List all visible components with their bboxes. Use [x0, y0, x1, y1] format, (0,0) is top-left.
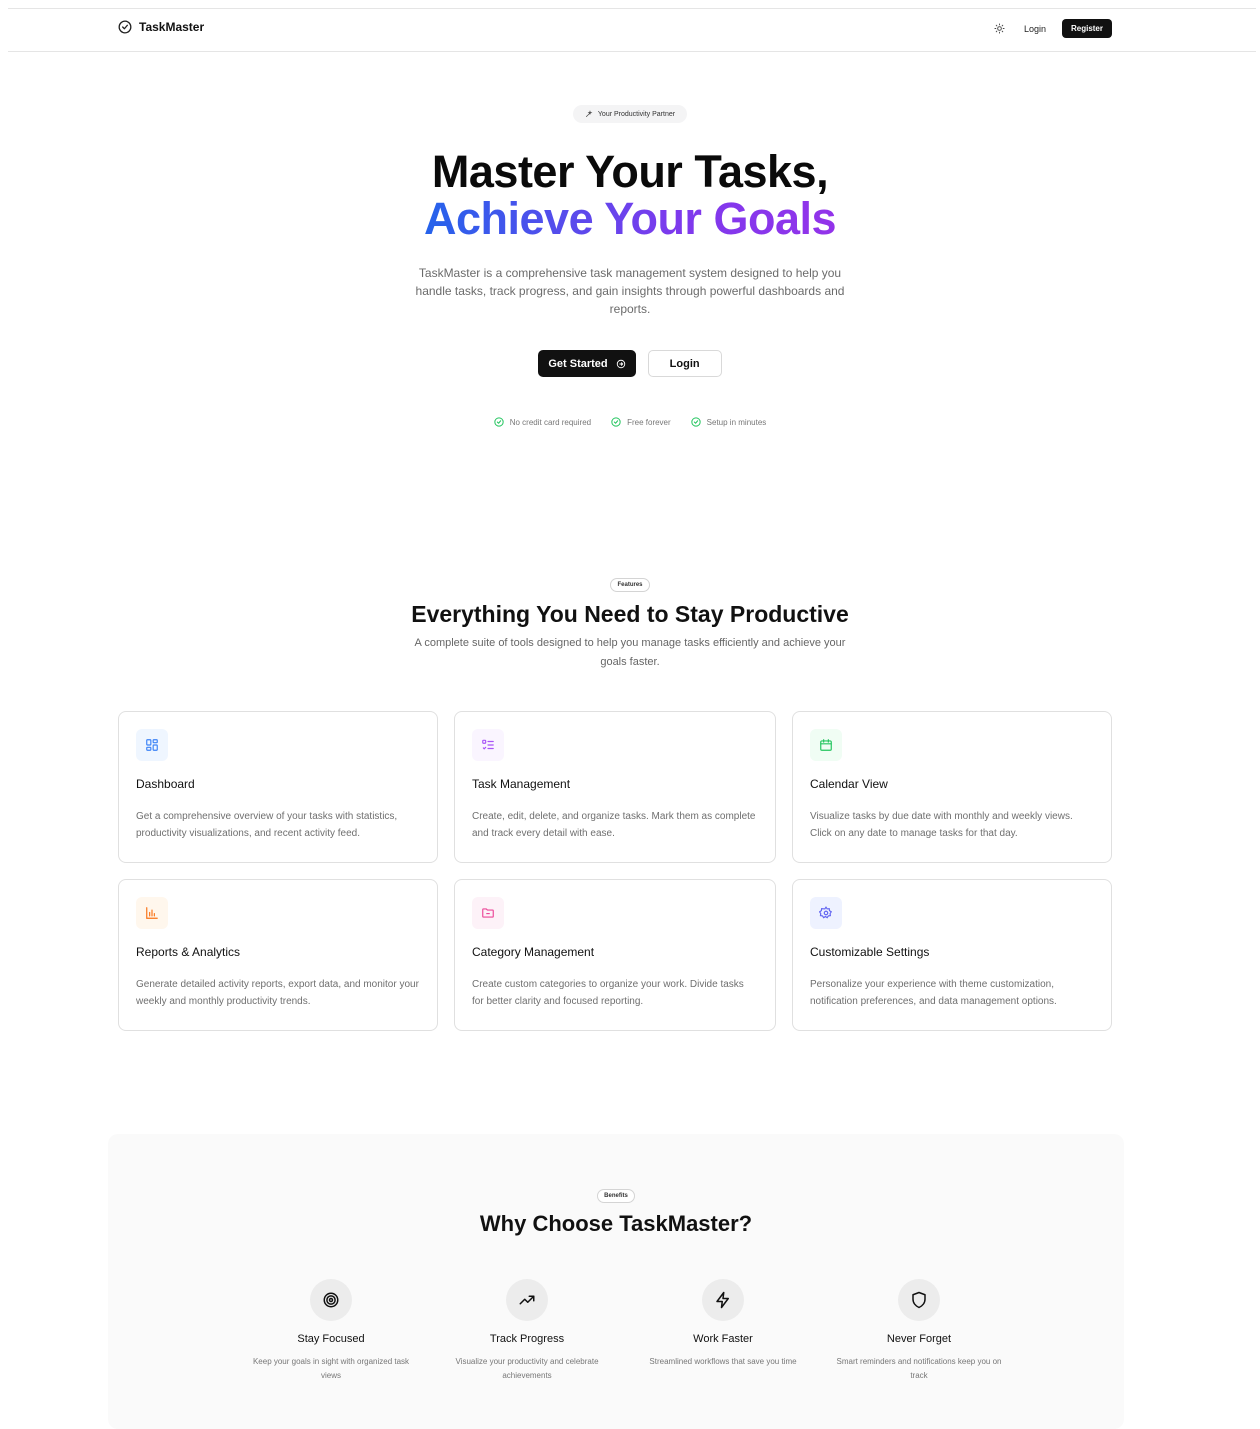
feature-icon-wrap: [136, 729, 168, 761]
hero-badge-label: Your Productivity Partner: [597, 110, 676, 118]
benefit-item: Track Progress Visualize your productivi…: [429, 1279, 625, 1383]
feature-icon-wrap: [810, 729, 842, 761]
hero-title-line1: Master Your Tasks,: [431, 146, 829, 197]
benefit-icon-wrap: [310, 1279, 352, 1321]
get-started-label: Get Started: [548, 357, 608, 370]
feature-description: Visualize tasks by due date with monthly…: [810, 811, 1073, 839]
feature-title: Task Management: [472, 777, 571, 791]
hero-login-button[interactable]: Login: [647, 350, 722, 377]
nav-register-button[interactable]: Register: [1061, 19, 1112, 38]
list-checks-icon: [482, 739, 494, 750]
features-grid: Dashboard Get a comprehensive overview o…: [118, 711, 1112, 1031]
feature-title: Category Management: [472, 945, 595, 959]
feature-title: Dashboard: [136, 777, 195, 791]
get-started-button[interactable]: Get Started: [538, 350, 636, 377]
feature-card-settings: Customizable Settings Personalize your e…: [792, 879, 1112, 1031]
benefit-item: Never Forget Smart reminders and notific…: [821, 1279, 1017, 1383]
feature-title: Calendar View: [810, 777, 888, 791]
feature-card-task-management: Task Management Create, edit, delete, an…: [454, 711, 776, 863]
benefit-description: Streamlined workflows that save you time: [649, 1357, 797, 1366]
benefit-title: Track Progress: [489, 1333, 565, 1345]
feature-title: Reports & Analytics: [136, 945, 241, 959]
hero-section: Your Productivity Partner Master Your Ta…: [0, 105, 1260, 427]
feature-card-dashboard: Dashboard Get a comprehensive overview o…: [118, 711, 438, 863]
check-circle-icon: [691, 417, 701, 427]
benefit-icon-wrap: [702, 1279, 744, 1321]
hero-cta-group: Get Started Login: [0, 350, 1260, 377]
benefit-title: Stay Focused: [297, 1333, 365, 1345]
benefit-title: Never Forget: [886, 1333, 952, 1345]
target-icon: [323, 1292, 339, 1308]
hero-title-line2: Achieve Your Goals: [424, 193, 837, 244]
feature-description: Personalize your experience with theme c…: [810, 979, 1057, 1007]
check-circle-icon: [118, 20, 132, 34]
hero-checks: No credit card required Free forever Set…: [0, 417, 1260, 427]
feature-icon-wrap: [472, 729, 504, 761]
dashboard-icon: [146, 739, 158, 751]
nav-actions: Login Register: [992, 19, 1112, 38]
hero-badge: Your Productivity Partner: [572, 105, 688, 123]
feature-icon-wrap: [472, 897, 504, 929]
feature-card-calendar: Calendar View Visualize tasks by due dat…: [792, 711, 1112, 863]
trending-up-icon: [519, 1295, 535, 1305]
benefit-icon-wrap: [506, 1279, 548, 1321]
check-item: Free forever: [611, 417, 671, 427]
gear-icon: [819, 906, 833, 919]
benefit-icon-wrap: [898, 1279, 940, 1321]
check-label: Free forever: [627, 417, 671, 427]
check-circle-icon: [494, 417, 504, 427]
brand-name: TaskMaster: [139, 20, 205, 34]
check-label: No credit card required: [509, 417, 592, 427]
benefit-item: Work Faster Streamlined workflows that s…: [625, 1279, 821, 1383]
feature-icon-wrap: [136, 897, 168, 929]
brand-logo[interactable]: TaskMaster: [118, 20, 204, 34]
feature-description: Get a comprehensive overview of your tas…: [136, 811, 398, 839]
hero-description: TaskMaster is a comprehensive task manag…: [415, 266, 845, 316]
theme-toggle-button[interactable]: [992, 21, 1008, 37]
check-item: No credit card required: [494, 417, 591, 427]
folder-icon: [482, 908, 494, 918]
feature-card-category: Category Management Create custom catego…: [454, 879, 776, 1031]
check-label: Setup in minutes: [706, 417, 767, 427]
benefit-description: Smart reminders and notifications keep y…: [836, 1357, 1002, 1380]
arrow-right-circle-icon: [616, 359, 625, 368]
features-header: Features Everything You Need to Stay Pro…: [0, 573, 1260, 672]
shield-icon: [912, 1291, 926, 1309]
benefit-item: Stay Focused Keep your goals in sight wi…: [233, 1279, 429, 1383]
nav-login-link[interactable]: Login: [1022, 22, 1048, 36]
benefits-title: Why Choose TaskMaster?: [479, 1211, 753, 1236]
calendar-icon: [820, 739, 832, 751]
feature-icon-wrap: [810, 897, 842, 929]
features-tag: Features: [610, 578, 650, 592]
check-circle-icon: [611, 417, 621, 427]
features-subtitle: A complete suite of tools designed to he…: [414, 637, 846, 668]
benefit-title: Work Faster: [693, 1333, 753, 1345]
feature-description: Create, edit, delete, and organize tasks…: [472, 811, 756, 839]
benefit-description: Visualize your productivity and celebrat…: [455, 1357, 599, 1380]
benefit-description: Keep your goals in sight with organized …: [252, 1357, 410, 1380]
check-item: Setup in minutes: [691, 417, 767, 427]
features-title: Everything You Need to Stay Productive: [411, 601, 849, 627]
sparkle-icon: [585, 110, 593, 117]
feature-description: Create custom categories to organize you…: [472, 979, 744, 1007]
sun-icon: [994, 23, 1005, 34]
lightning-icon: [716, 1291, 729, 1309]
feature-card-reports: Reports & Analytics Generate detailed ac…: [118, 879, 438, 1031]
benefits-list: Stay Focused Keep your goals in sight wi…: [233, 1279, 1017, 1383]
bar-chart-icon: [146, 907, 158, 919]
benefits-tag: Benefits: [597, 1189, 635, 1203]
feature-description: Generate detailed activity reports, expo…: [136, 979, 419, 1007]
navbar: TaskMaster Login Register: [8, 9, 1256, 52]
benefits-section: Benefits Why Choose TaskMaster? Stay Foc…: [108, 1134, 1124, 1429]
feature-title: Customizable Settings: [810, 945, 930, 959]
